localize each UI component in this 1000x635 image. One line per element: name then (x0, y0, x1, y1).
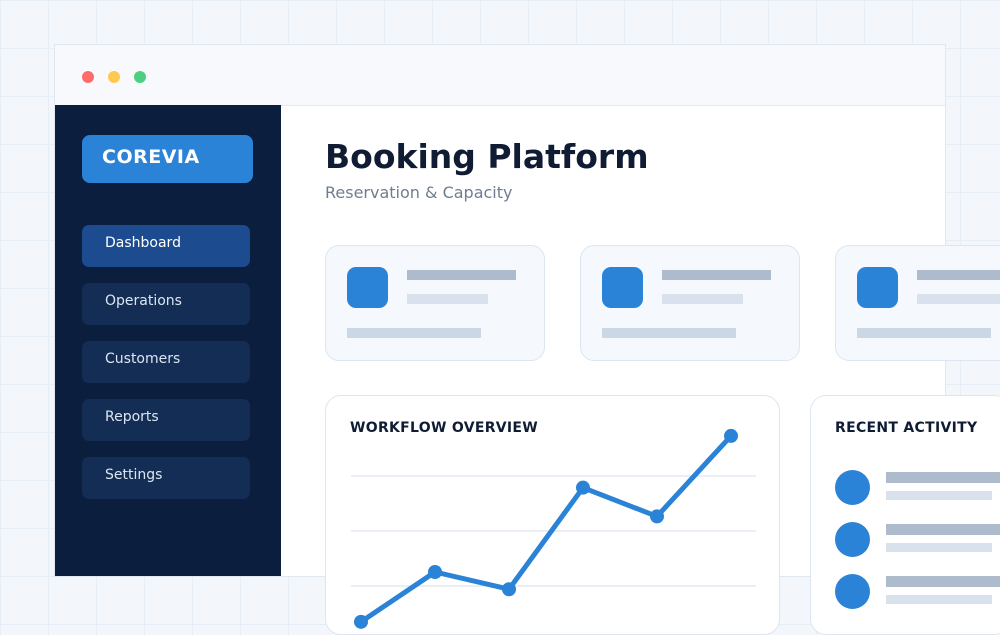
stat-card-title-placeholder (917, 270, 1000, 280)
activity-title-placeholder (886, 472, 1000, 483)
activity-meta-placeholder (886, 491, 992, 500)
activity-avatar (835, 522, 870, 557)
stat-card-footer-placeholder (602, 328, 736, 338)
minimize-window-icon[interactable] (108, 71, 120, 83)
stat-card-footer-placeholder (347, 328, 481, 338)
stat-card-value-placeholder (662, 294, 743, 304)
workflow-line-chart (351, 428, 756, 629)
activity-title-placeholder (886, 524, 1000, 535)
recent-activity-panel: RECENT ACTIVITY (810, 395, 1000, 635)
activity-title-placeholder (886, 576, 1000, 587)
chart-data-point (650, 509, 664, 524)
window-titlebar (55, 45, 945, 106)
chart-data-point (724, 428, 738, 443)
close-window-icon[interactable] (82, 71, 94, 83)
sidebar-item-reports[interactable]: Reports (82, 399, 250, 441)
stat-card-footer-placeholder (857, 328, 991, 338)
stat-card-icon (857, 267, 898, 308)
stat-card[interactable] (835, 245, 1000, 361)
workflow-overview-panel: WORKFLOW OVERVIEW (325, 395, 780, 635)
stat-card-value-placeholder (407, 294, 488, 304)
stat-card[interactable] (580, 245, 800, 361)
brand-logo[interactable]: COREVIA (82, 135, 253, 183)
stat-card-value-placeholder (917, 294, 1000, 304)
maximize-window-icon[interactable] (134, 71, 146, 83)
chart-series-line (358, 433, 734, 625)
stat-card[interactable] (325, 245, 545, 361)
stat-card-icon (347, 267, 388, 308)
activity-avatar (835, 574, 870, 609)
activity-meta-placeholder (886, 543, 992, 552)
page-subtitle: Reservation & Capacity (325, 183, 513, 202)
stat-card-title-placeholder (662, 270, 771, 280)
chart-data-point (576, 480, 590, 495)
sidebar-item-customers[interactable]: Customers (82, 341, 250, 383)
sidebar-item-settings[interactable]: Settings (82, 457, 250, 499)
sidebar: COREVIA Dashboard Operations Customers R… (55, 105, 281, 576)
sidebar-item-dashboard[interactable]: Dashboard (82, 225, 250, 267)
activity-meta-placeholder (886, 595, 992, 604)
chart-data-point (502, 582, 516, 597)
stat-card-icon (602, 267, 643, 308)
chart-data-point (354, 614, 368, 629)
activity-avatar (835, 470, 870, 505)
chart-data-point (428, 565, 442, 579)
stat-card-title-placeholder (407, 270, 516, 280)
sidebar-item-operations[interactable]: Operations (82, 283, 250, 325)
page-title: Booking Platform (325, 137, 649, 176)
activity-panel-title: RECENT ACTIVITY (835, 420, 978, 436)
